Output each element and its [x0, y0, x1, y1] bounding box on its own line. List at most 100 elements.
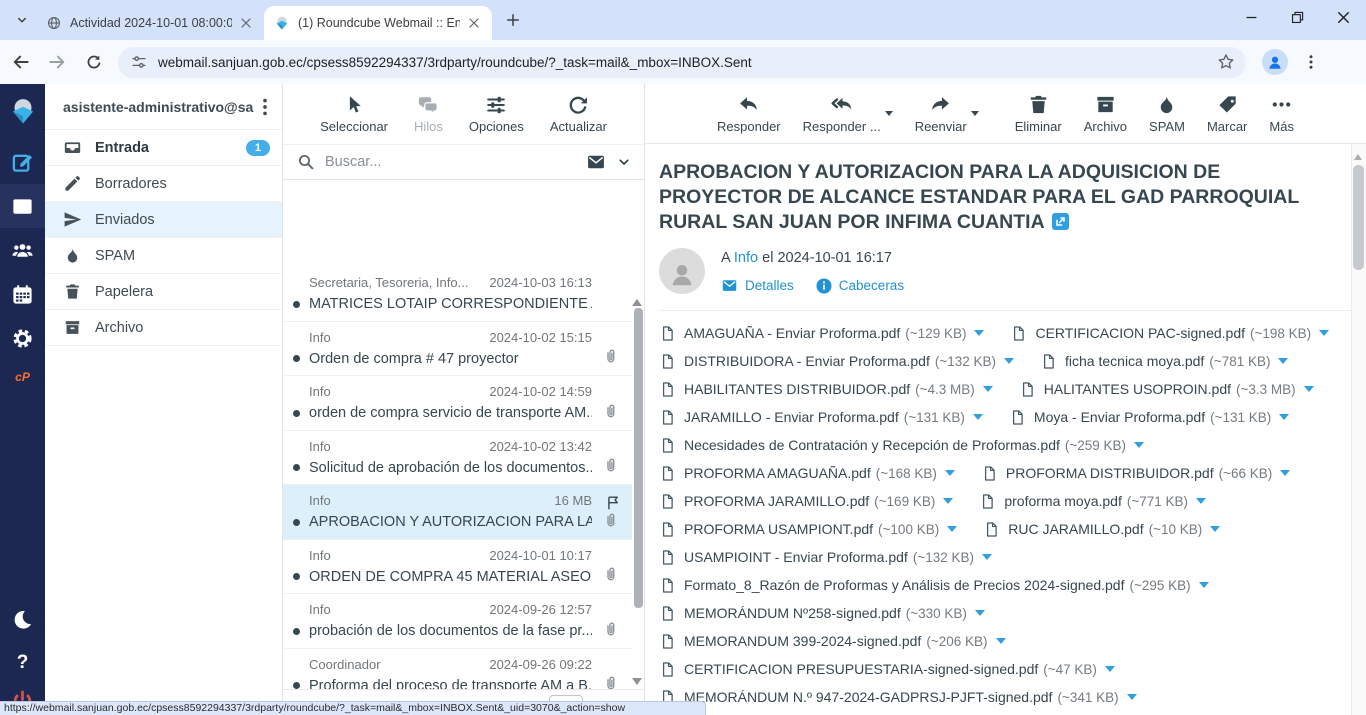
dark-mode-button[interactable]: [0, 597, 45, 641]
forward-caret-icon[interactable]: [971, 111, 979, 120]
more-button[interactable]: Más: [1269, 93, 1294, 134]
attachment-menu-caret-icon[interactable]: [1279, 414, 1289, 425]
attachment-menu-caret-icon[interactable]: [975, 610, 985, 621]
archive-button[interactable]: Archivo: [1084, 93, 1127, 134]
search-scope-mail-icon[interactable]: [586, 152, 606, 172]
attachment-item[interactable]: ficha tecnica moya.pdf (~781 KB): [1040, 347, 1288, 375]
message-row[interactable]: Info 16 MB APROBACION Y AUTORIZACION PAR…: [283, 485, 632, 540]
attachment-menu-caret-icon[interactable]: [1210, 526, 1220, 537]
message-row[interactable]: Info 2024-10-01 10:17 ORDEN DE COMPRA 45…: [283, 540, 632, 595]
address-bar[interactable]: webmail.sanjuan.gob.ec/cpsess8592294337/…: [118, 47, 1246, 78]
minimize-button[interactable]: [1228, 0, 1274, 34]
message-row[interactable]: Info 2024-10-02 14:59 orden de compra se…: [283, 376, 632, 431]
attachment-menu-caret-icon[interactable]: [947, 526, 957, 537]
attachment-menu-caret-icon[interactable]: [1280, 470, 1290, 481]
list-scroll-down-arrow[interactable]: [632, 678, 642, 690]
browser-tab-activity[interactable]: Actividad 2024-10-01 08:00:00: [36, 6, 264, 40]
attachment-menu-caret-icon[interactable]: [983, 386, 993, 397]
message-row[interactable]: Info 2024-09-26 12:57 probación de los d…: [283, 594, 632, 649]
browser-menu-icon[interactable]: [1298, 49, 1324, 75]
sidebar-item-enviados[interactable]: Enviados: [45, 202, 282, 238]
mail-scroll-up-arrow[interactable]: [1354, 150, 1362, 160]
reply-all-button[interactable]: Responder ...: [803, 93, 881, 134]
attachment-menu-caret-icon[interactable]: [945, 470, 955, 481]
rail-settings-button[interactable]: [0, 316, 45, 360]
sidebar-item-papelera[interactable]: Papelera: [45, 274, 282, 310]
browser-tab-roundcube[interactable]: (1) Roundcube Webmail :: Envia: [264, 6, 492, 40]
bookmark-star-icon[interactable]: [1216, 52, 1236, 72]
attachment-item[interactable]: CERTIFICACION PRESUPUESTARIA-signed-sign…: [659, 655, 1115, 683]
reply-button[interactable]: Responder: [717, 93, 781, 134]
attachment-menu-caret-icon[interactable]: [982, 554, 992, 565]
search-options-chevron-icon[interactable]: [616, 154, 632, 170]
spam-button[interactable]: SPAM: [1149, 93, 1185, 134]
mark-button[interactable]: Marcar: [1207, 93, 1247, 134]
attachment-item[interactable]: PROFORMA AMAGUAÑA.pdf (~168 KB): [659, 459, 955, 487]
tab-list-chevron-icon[interactable]: [8, 6, 36, 34]
attachment-menu-caret-icon[interactable]: [996, 638, 1006, 649]
reply-all-caret-icon[interactable]: [885, 111, 893, 120]
threads-button[interactable]: Hilos: [414, 94, 443, 134]
search-input[interactable]: [325, 154, 576, 170]
sidebar-item-spam[interactable]: SPAM: [45, 238, 282, 274]
attachment-menu-caret-icon[interactable]: [973, 414, 983, 425]
refresh-button[interactable]: Actualizar: [550, 94, 607, 134]
forward-button[interactable]: Reenviar: [915, 93, 967, 134]
attachment-item[interactable]: DISTRIBUIDORA - Enviar Proforma.pdf (~13…: [659, 347, 1014, 375]
attachment-item[interactable]: USAMPIOINT - Enviar Proforma.pdf (~132 K…: [659, 543, 992, 571]
close-window-button[interactable]: [1320, 0, 1366, 34]
sidebar-item-entrada[interactable]: Entrada 1: [45, 130, 282, 166]
sidebar-item-archivo[interactable]: Archivo: [45, 310, 282, 346]
recipient-link[interactable]: Info: [734, 250, 758, 266]
attachment-item[interactable]: HALITANTES USOPROIN.pdf (~3.3 MB): [1019, 375, 1314, 403]
attachment-menu-caret-icon[interactable]: [1196, 498, 1206, 509]
attachment-item[interactable]: digital Autorización ...ción-signed.pdf …: [659, 711, 995, 715]
attachment-item[interactable]: PROFORMA USAMPIONT.pdf (~100 KB): [659, 515, 957, 543]
rail-mail-button[interactable]: [0, 184, 45, 228]
mail-scrollbar-thumb[interactable]: [1353, 165, 1364, 270]
attachment-item[interactable]: Moya - Enviar Proforma.pdf (~131 KB): [1009, 403, 1289, 431]
attachment-item[interactable]: PROFORMA JARAMILLO.pdf (~169 KB): [659, 487, 953, 515]
attachment-item[interactable]: JARAMILLO - Enviar Proforma.pdf (~131 KB…: [659, 403, 983, 431]
attachment-menu-caret-icon[interactable]: [1127, 694, 1137, 705]
mail-scrollbar-track[interactable]: [1351, 144, 1366, 715]
account-menu-icon[interactable]: [254, 96, 276, 118]
attachment-item[interactable]: Necesidades de Contratación y Recepción …: [659, 431, 1144, 459]
attachment-item[interactable]: CERTIFICACION PAC-signed.pdf (~198 KB): [1010, 319, 1329, 347]
attachment-item[interactable]: MEMORANDUM 399-2024-signed.pdf (~206 KB): [659, 627, 1006, 655]
help-button[interactable]: ?: [0, 641, 45, 685]
list-scroll-up-arrow[interactable]: [632, 294, 642, 306]
reload-button[interactable]: [78, 47, 108, 77]
forward-button[interactable]: [42, 47, 72, 77]
tab-close-icon[interactable]: [238, 15, 254, 31]
headers-toggle[interactable]: Cabeceras: [816, 278, 904, 294]
cpanel-link[interactable]: cP: [0, 360, 45, 394]
flag-icon[interactable]: [605, 494, 622, 511]
select-button[interactable]: Seleccionar: [320, 94, 388, 134]
attachment-item[interactable]: AMAGUAÑA - Enviar Proforma.pdf (~129 KB): [659, 319, 984, 347]
attachment-item[interactable]: RUC JARAMILLO.pdf (~10 KB): [983, 515, 1220, 543]
attachment-item[interactable]: Formato_8_Razón de Proformas y Análisis …: [659, 571, 1209, 599]
rail-calendar-button[interactable]: [0, 272, 45, 316]
message-row[interactable]: Secretaria, Tesoreria, Info... 2024-10-0…: [283, 267, 632, 322]
attachment-menu-caret-icon[interactable]: [1199, 582, 1209, 593]
new-tab-button[interactable]: [500, 7, 526, 33]
site-settings-icon[interactable]: [130, 53, 148, 71]
sidebar-item-borradores[interactable]: Borradores: [45, 166, 282, 202]
attachment-menu-caret-icon[interactable]: [1304, 386, 1314, 397]
attachment-menu-caret-icon[interactable]: [1319, 330, 1329, 341]
back-button[interactable]: [6, 47, 36, 77]
restore-button[interactable]: [1274, 0, 1320, 34]
message-row[interactable]: Info 2024-10-02 13:42 Solicitud de aprob…: [283, 431, 632, 486]
attachment-item[interactable]: PROFORMA DISTRIBUIDOR.pdf (~66 KB): [981, 459, 1290, 487]
delete-button[interactable]: Eliminar: [1015, 93, 1062, 134]
details-toggle[interactable]: Detalles: [721, 277, 794, 294]
message-row[interactable]: Info 2024-10-02 15:15 Orden de compra # …: [283, 322, 632, 377]
attachment-menu-caret-icon[interactable]: [1004, 358, 1014, 369]
attachment-menu-caret-icon[interactable]: [1134, 442, 1144, 453]
attachment-menu-caret-icon[interactable]: [1105, 666, 1115, 677]
list-scrollbar[interactable]: [634, 308, 643, 608]
attachment-item[interactable]: MEMORÁNDUM Nº258-signed.pdf (~330 KB): [659, 599, 985, 627]
attachment-item[interactable]: MEMORÁNDUM N.º 947-2024-GADPRSJ-PJFT-sig…: [659, 683, 1137, 711]
attachment-menu-caret-icon[interactable]: [1278, 358, 1288, 369]
